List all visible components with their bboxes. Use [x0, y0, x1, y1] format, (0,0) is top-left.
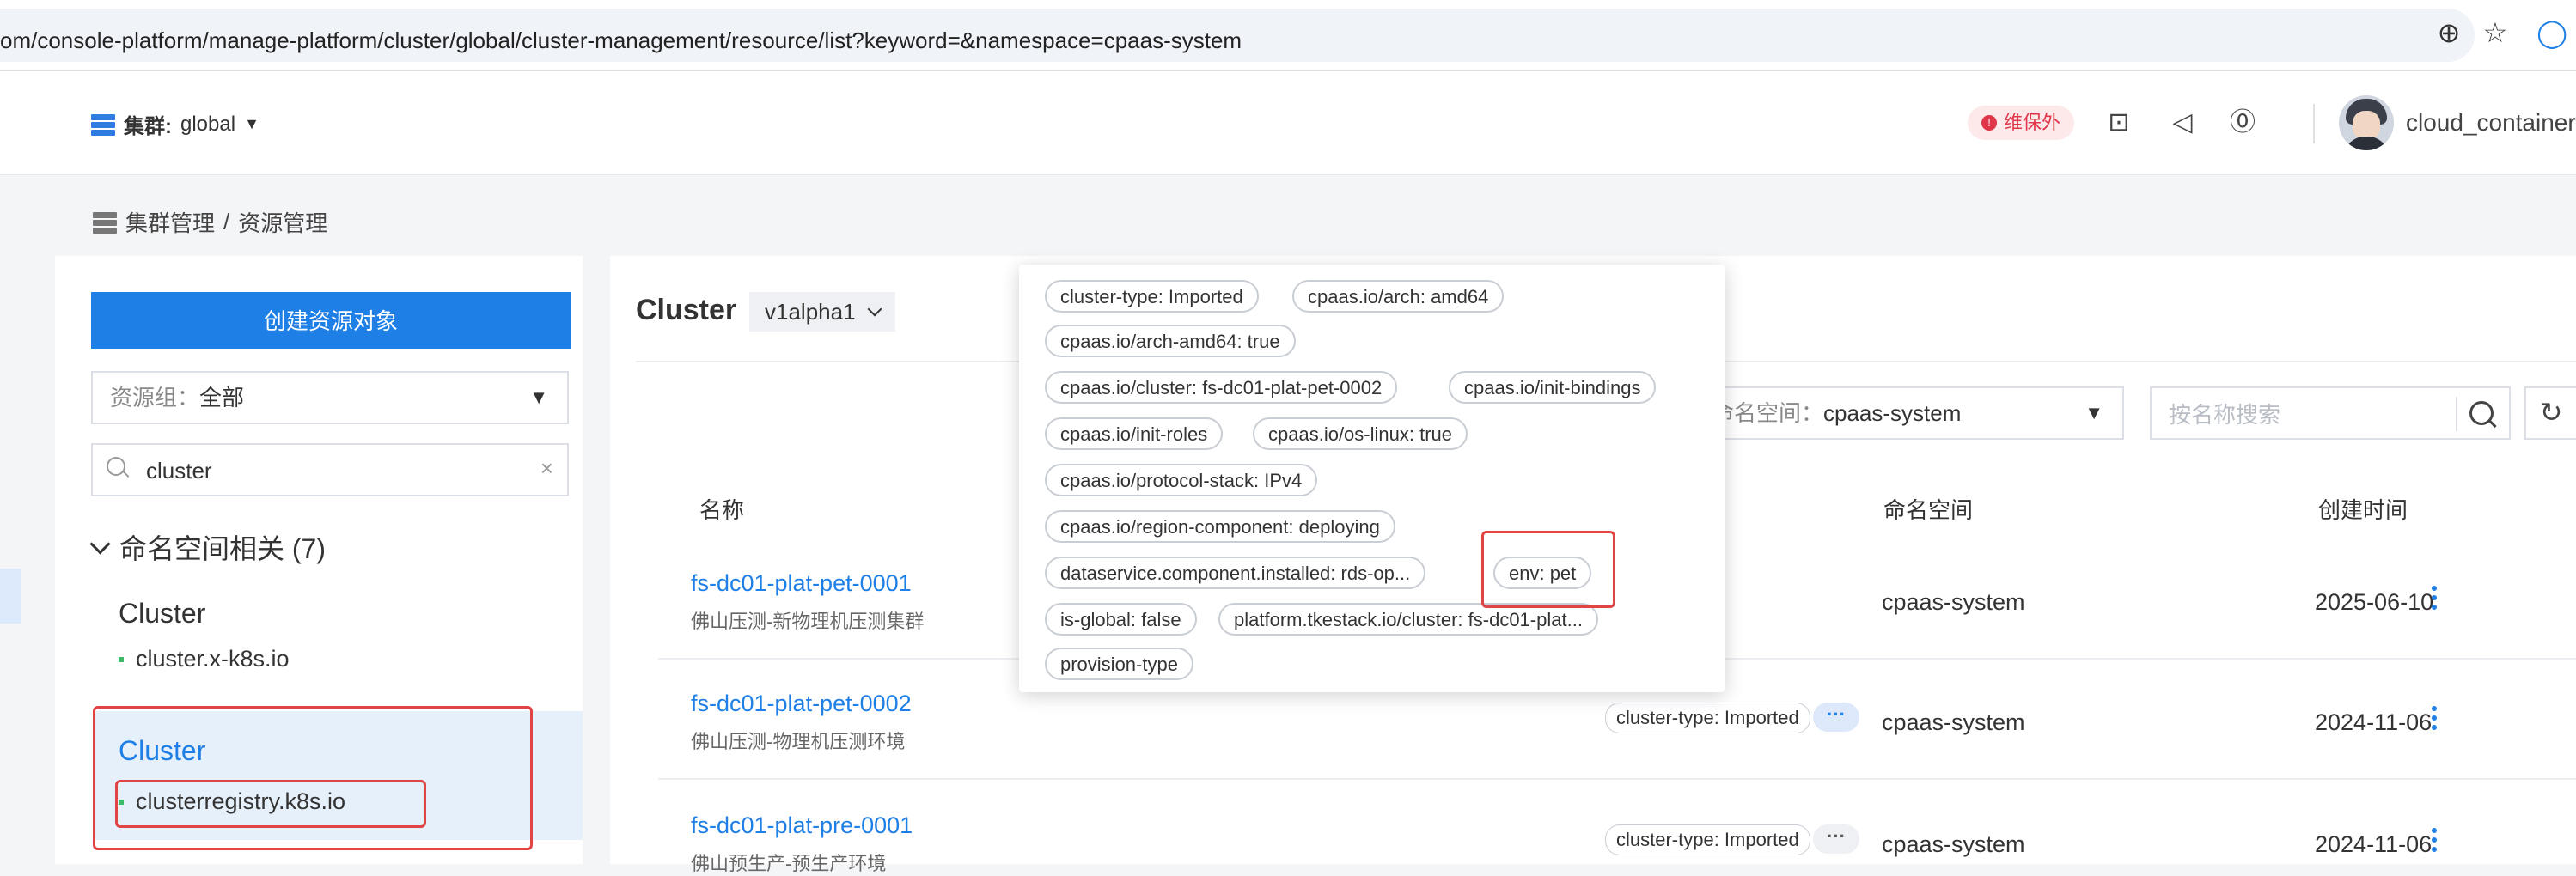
label-tag: cluster-type: Imported	[1605, 703, 1810, 733]
zoom-icon[interactable]: ⊕	[2432, 15, 2466, 50]
namespace-select[interactable]: 命名空间：cpaas-system ▼	[1694, 386, 2124, 440]
nav-active-marker	[0, 569, 21, 624]
more-actions-icon[interactable]	[2432, 828, 2439, 856]
namespace-value: cpaas-system	[1823, 400, 1962, 426]
maintenance-badge-label: 维保外	[2004, 112, 2061, 133]
chevron-down-icon	[867, 301, 882, 317]
label-tag: cpaas.io/init-bindings	[1449, 371, 1657, 404]
header-divider	[2313, 104, 2315, 143]
kind-item[interactable]: Cluster cluster.x-k8s.io	[93, 572, 583, 684]
row-namespace: cpaas-system	[1882, 589, 2025, 615]
label-tag: dataservice.component.installed: rds-op.…	[1045, 557, 1426, 589]
version-value: v1alpha1	[765, 299, 856, 325]
username[interactable]: cloud_container	[2406, 109, 2576, 137]
terminal-icon[interactable]: ⊡	[2102, 106, 2136, 140]
more-labels-button[interactable]: ···	[1813, 824, 1859, 854]
maintenance-badge: ! 维保外	[1968, 106, 2075, 140]
announcement-icon[interactable]: ◁	[2165, 106, 2200, 140]
labels-popover: cluster-type: Imported cpaas.io/arch: am…	[1019, 265, 1725, 692]
resource-name-link[interactable]: fs-dc01-plat-pet-0002	[691, 690, 912, 717]
resource-description: 佛山预生产-预生产环境	[691, 853, 887, 874]
column-name: 名称	[699, 497, 745, 523]
create-resource-button[interactable]: 创建资源对象	[91, 292, 571, 349]
resource-description: 佛山压测-物理机压测环境	[691, 731, 906, 752]
bookmark-star-icon[interactable]: ☆	[2478, 15, 2512, 50]
resource-description: 佛山压测-新物理机压测集群	[691, 611, 925, 632]
group-dot-icon	[119, 656, 124, 662]
caret-down-icon: ▼	[244, 115, 259, 132]
row-namespace: cpaas-system	[1882, 831, 2025, 857]
more-labels-button[interactable]: ···	[1813, 703, 1859, 732]
cluster-switcher[interactable]: 集群: global ▼	[91, 109, 259, 139]
refresh-icon: ↻	[2539, 397, 2563, 428]
namespace-label: 命名空间：	[1712, 400, 1824, 426]
name-search-field	[2150, 386, 2511, 440]
group-title: 命名空间相关 (7)	[119, 533, 327, 564]
kind-name: Cluster	[119, 598, 206, 629]
column-created: 创建时间	[2318, 497, 2408, 523]
cluster-value: global	[180, 112, 236, 136]
search-icon[interactable]	[2469, 401, 2494, 425]
kind-search-input[interactable]	[144, 452, 509, 490]
kind-search-field: ×	[91, 443, 569, 496]
label-tag: cluster-type: Imported	[1605, 824, 1810, 855]
label-tag: cpaas.io/protocol-stack: IPv4	[1045, 464, 1318, 496]
highlight-box	[93, 706, 533, 850]
caret-down-icon: ▼	[2085, 402, 2103, 423]
resource-group-select[interactable]: 资源组：全部 ▼	[91, 371, 569, 424]
resource-group-label: 资源组：	[110, 385, 200, 411]
resource-name-link[interactable]: fs-dc01-plat-pet-0001	[691, 570, 912, 597]
label-tag: cpaas.io/cluster: fs-dc01-plat-pet-0002	[1045, 371, 1398, 404]
resource-group-value: 全部	[199, 385, 245, 411]
label-tag: cpaas.io/arch: amd64	[1292, 280, 1505, 313]
kind-group: cluster.x-k8s.io	[119, 646, 290, 672]
more-actions-icon[interactable]	[2432, 706, 2439, 734]
profile-icon[interactable]: ◯	[2535, 15, 2569, 50]
row-created: 2024-11-06	[2315, 709, 2433, 735]
more-actions-icon[interactable]	[2432, 586, 2439, 614]
avatar[interactable]	[2339, 95, 2394, 150]
resource-kind-panel: 创建资源对象 资源组：全部 ▼ × 命名空间相关 (7) Cluster clu…	[55, 256, 583, 864]
caret-down-icon: ▼	[529, 386, 548, 408]
help-icon[interactable]: ⓪	[2225, 106, 2260, 140]
version-select[interactable]: v1alpha1	[749, 292, 895, 332]
chevron-down-icon	[89, 532, 111, 555]
breadcrumb: 集群管理 / 资源管理	[93, 206, 327, 238]
kind-group-label: cluster.x-k8s.io	[136, 646, 290, 672]
breadcrumb-root[interactable]: 集群管理	[125, 206, 215, 238]
search-icon	[107, 457, 125, 476]
server-icon	[91, 113, 115, 137]
label-tag: provision-type	[1045, 648, 1193, 680]
url-field[interactable]: om/console-platform/manage-platform/clus…	[0, 9, 2475, 62]
label-tag: cpaas.io/init-roles	[1045, 417, 1224, 450]
shield-icon: !	[1981, 115, 1997, 131]
label-tag: cluster-type: Imported	[1045, 280, 1259, 313]
row-created: 2024-11-06	[2315, 831, 2433, 857]
url-text: om/console-platform/manage-platform/clus…	[0, 27, 1242, 53]
row-created: 2025-06-10	[2315, 589, 2434, 615]
label-tag: cpaas.io/arch-amd64: true	[1045, 325, 1296, 357]
cluster-label: 集群:	[124, 115, 172, 138]
row-namespace: cpaas-system	[1882, 709, 2025, 735]
breadcrumb-current: 资源管理	[238, 210, 328, 236]
label-tag: is-global: false	[1045, 603, 1197, 636]
resource-name-link[interactable]: fs-dc01-plat-pre-0001	[691, 812, 913, 839]
label-tag: cpaas.io/os-linux: true	[1253, 417, 1468, 450]
table-row: fs-dc01-plat-pre-0001 佛山预生产-预生产环境 cluste…	[658, 782, 2576, 874]
clear-icon[interactable]: ×	[540, 455, 553, 482]
highlight-box	[1481, 531, 1615, 608]
highlight-box	[115, 780, 426, 828]
browser-address-bar: om/console-platform/manage-platform/clus…	[0, 0, 2576, 71]
breadcrumb-separator: /	[223, 209, 230, 234]
kind-title: Cluster	[636, 294, 737, 326]
refresh-button[interactable]: ↻	[2524, 386, 2576, 440]
app-header: 集群: global ▼ ! 维保外 ⊡ ◁ ⓪ cloud_container	[0, 71, 2576, 175]
label-tag: cpaas.io/region-component: deploying	[1045, 510, 1395, 543]
name-search-input[interactable]	[2167, 397, 2428, 433]
column-namespace: 命名空间	[1883, 497, 1974, 523]
group-header-namespaced[interactable]: 命名空间相关 (7)	[89, 527, 327, 567]
server-icon	[93, 210, 117, 234]
